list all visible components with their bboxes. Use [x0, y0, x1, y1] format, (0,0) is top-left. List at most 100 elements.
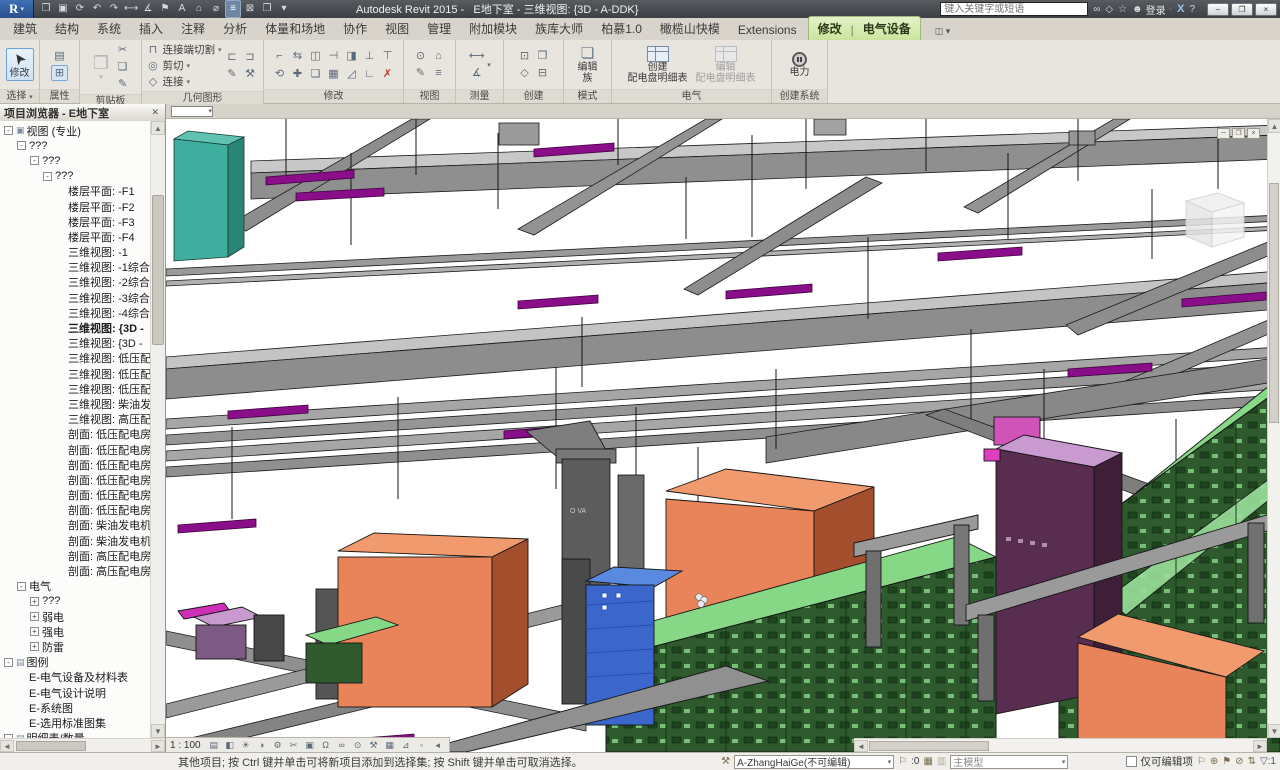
tree-item[interactable]: - ▤ 明细表/数量 [0, 731, 150, 739]
worksets-icon[interactable]: ⚒ [721, 756, 730, 767]
thin-lines-icon[interactable]: ≡ [225, 0, 241, 18]
tree-item[interactable]: 楼层平面: -F1 [0, 184, 150, 199]
panel-label-select[interactable]: 选择 ▾ [0, 89, 39, 103]
shadows-icon[interactable]: ◑ [255, 739, 269, 752]
ribbon-tab[interactable]: 管理 [418, 17, 460, 40]
tree-expander[interactable]: - [4, 126, 13, 135]
tree-expander[interactable]: - [43, 172, 52, 181]
ribbon-tab[interactable]: 族库大师 [526, 17, 592, 40]
view-close-button[interactable]: × [1247, 128, 1260, 139]
offset-icon[interactable]: ⇆ [289, 48, 306, 64]
move-icon[interactable]: ✚ [289, 66, 306, 82]
tree-expander[interactable]: + [30, 597, 39, 606]
rotate-icon[interactable]: ⟲ [271, 66, 288, 82]
filter-icon[interactable]: ▽:1 [1260, 756, 1276, 767]
measure-icon[interactable]: ⟷ [123, 1, 139, 17]
tree-item[interactable]: 三维视图: 低压配 [0, 381, 150, 396]
tree-item[interactable]: 三维视图: 柴油发 [0, 396, 150, 411]
aligned-dimension-icon[interactable]: ∡ [140, 1, 156, 17]
array-icon[interactable]: ▦ [325, 66, 342, 82]
cope-icon[interactable]: ⊓ 连接端切割 ▾ [146, 42, 221, 57]
reveal-hidden-icon[interactable]: ⊙ [412, 48, 429, 64]
panel-label-electrical[interactable]: 电气 [612, 89, 771, 103]
selection-toggle-icon[interactable]: ⚐ [1197, 756, 1206, 767]
tree-item[interactable]: - 电气 [0, 579, 150, 594]
mirror-icon[interactable]: ◫ [307, 48, 324, 64]
ribbon-tab[interactable]: 注释 [172, 17, 214, 40]
split-icon[interactable]: ◨ [343, 48, 360, 64]
scroll-up-icon[interactable]: ▲ [151, 121, 165, 135]
paste-button[interactable]: ❐ ▾ [90, 52, 112, 82]
power-button[interactable]: 电力 [787, 51, 813, 79]
customize-qat-icon[interactable]: ▾ [276, 1, 292, 17]
tree-item[interactable]: 三维视图: 低压配 [0, 351, 150, 366]
pin-display-icon[interactable]: ⚑ [1222, 756, 1231, 767]
panel-label-measure[interactable]: 测量 [456, 89, 503, 103]
properties-palette-icon[interactable]: ▤ [51, 48, 68, 64]
ribbon-tab[interactable]: 插入 [130, 17, 172, 40]
tree-item[interactable]: 楼层平面: -F2 [0, 199, 150, 214]
tab-electrical-equipment[interactable]: 电气设备 [854, 17, 920, 40]
viewport-hscrollbar[interactable]: ◄ ► [854, 738, 1267, 752]
3d-model-scene[interactable]: O VA [166, 119, 1280, 752]
ribbon-tab[interactable]: 视图 [376, 17, 418, 40]
tab-modify[interactable]: 修改 [809, 17, 851, 40]
tree-item[interactable]: 三维视图: 低压配 [0, 366, 150, 381]
viewbar-collapse-icon[interactable]: ◂ [431, 739, 445, 752]
tree-expander[interactable]: - [4, 658, 13, 667]
ribbon-tab[interactable]: 体量和场地 [256, 17, 334, 40]
sun-path-icon[interactable]: ☀ [239, 739, 253, 752]
favorites-icon[interactable]: ☆ [1118, 4, 1127, 15]
scrollbar-thumb[interactable] [152, 195, 164, 345]
join-icon[interactable]: ◇ 连接 ▾ [146, 74, 221, 89]
modify-button[interactable]: ➤ 修改 [6, 48, 34, 81]
tree-item[interactable]: - ▤ 图例 [0, 655, 150, 670]
tree-item[interactable]: 楼层平面: -F4 [0, 229, 150, 244]
analytical-model-icon[interactable]: ⊿ [399, 739, 413, 752]
cut-icon[interactable]: ✂ [114, 42, 131, 58]
save-icon[interactable]: ▣ [55, 1, 71, 17]
search-icon[interactable]: ∞ [1093, 4, 1100, 15]
ribbon-tab[interactable]: 结构 [46, 17, 88, 40]
copy-icon[interactable]: ❏ [114, 59, 131, 75]
teal-equipment-box[interactable] [174, 131, 244, 261]
tree-item[interactable]: 剖面: 柴油发电机 [0, 518, 150, 533]
trim-icon[interactable]: ∟ [361, 66, 378, 82]
design-options-icon[interactable]: ▦ [923, 756, 932, 767]
press-drag-icon[interactable]: ⇅ [1248, 756, 1256, 767]
view-minimize-button[interactable]: ─ [1217, 128, 1230, 139]
linework-icon[interactable]: ✎ [412, 65, 429, 81]
tree-item[interactable]: 三维视图: -1 [0, 245, 150, 260]
scroll-left-icon[interactable]: ◄ [0, 740, 14, 752]
viewport-vscrollbar[interactable]: ▲ ▼ [1267, 119, 1280, 738]
panel-label-mode[interactable]: 模式 [564, 89, 611, 103]
tree-item[interactable]: 三维视图: {3D - [0, 336, 150, 351]
a360-icon[interactable]: ◇ [1105, 4, 1113, 15]
switch-windows-icon[interactable]: ❐ [259, 1, 275, 17]
scroll-up-icon[interactable]: ▲ [1268, 119, 1280, 133]
unlock-view-icon[interactable]: Ω [319, 739, 333, 752]
worksharing-display-icon[interactable]: ⚒ [367, 739, 381, 752]
detail-level-icon[interactable]: ▤ [207, 739, 221, 752]
wall-joins-icon[interactable]: ⊏ [224, 49, 241, 65]
beam-joins-icon[interactable]: ⊐ [242, 49, 259, 65]
panel-label-modify[interactable]: 修改 [264, 89, 403, 103]
selection-grip[interactable] [602, 605, 607, 610]
panel-label-properties[interactable]: 属性 [40, 89, 79, 103]
tree-item[interactable]: + 弱电 [0, 609, 150, 624]
close-icon[interactable]: ✕ [149, 107, 161, 118]
create-parts-icon[interactable]: ⊟ [534, 65, 551, 81]
panel-label-create-systems[interactable]: 创建系统 [772, 89, 827, 103]
close-button[interactable]: × [1255, 3, 1277, 16]
tree-expander[interactable]: - [17, 141, 26, 150]
scroll-left-icon[interactable]: ◄ [854, 740, 868, 752]
drag-elements-icon[interactable]: ⊕ [1210, 756, 1218, 767]
ribbon-tab[interactable]: 橄榄山快模 [651, 17, 729, 40]
tree-item[interactable]: 三维视图: 高压配 [0, 412, 150, 427]
hscrollbar-thumb[interactable] [16, 741, 86, 751]
tree-item[interactable]: - ??? [0, 138, 150, 153]
tree-item[interactable]: 剖面: 高压配电房 [0, 563, 150, 578]
tree-item[interactable]: 剖面: 低压配电房 [0, 427, 150, 442]
application-menu-button[interactable]: R ▾ [0, 0, 34, 18]
temp-view-properties-icon[interactable]: ▦ [383, 739, 397, 752]
